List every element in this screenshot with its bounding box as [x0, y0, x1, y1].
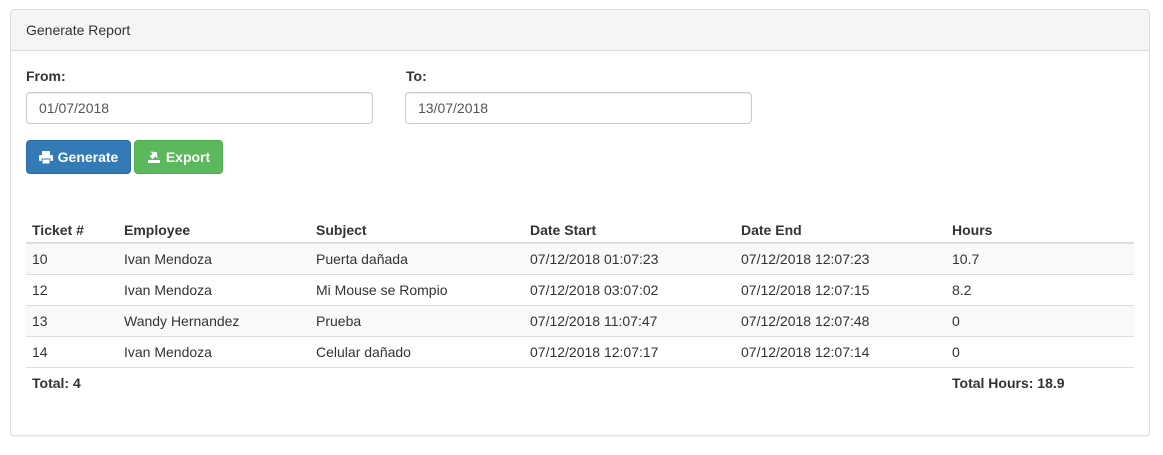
table-row: 13 Wandy Hernandez Prueba 07/12/2018 11:… — [26, 305, 1134, 337]
header-date-start: Date Start — [524, 217, 735, 244]
cell-ticket: 13 — [26, 305, 118, 337]
cell-date-start: 07/12/2018 01:07:23 — [524, 242, 735, 275]
total-count: Total: 4 — [26, 367, 118, 398]
export-icon — [147, 150, 161, 164]
cell-subject: Prueba — [310, 305, 524, 337]
cell-hours: 0 — [946, 336, 1134, 368]
table-row: 14 Ivan Mendoza Celular dañado 07/12/201… — [26, 336, 1134, 368]
header-subject: Subject — [310, 217, 524, 244]
report-table: Ticket # Employee Subject Date Start Dat… — [26, 217, 1134, 398]
table-footer-row: Total: 4 Total Hours: 18.9 — [26, 367, 1134, 398]
table-row: 10 Ivan Mendoza Puerta dañada 07/12/2018… — [26, 242, 1134, 275]
cell-ticket: 14 — [26, 336, 118, 368]
cell-subject: Celular dañado — [310, 336, 524, 368]
cell-date-end: 07/12/2018 12:07:15 — [735, 274, 946, 306]
cell-date-end: 07/12/2018 12:07:23 — [735, 242, 946, 275]
header-hours: Hours — [946, 217, 1134, 244]
to-label: To: — [406, 68, 427, 84]
cell-date-start: 07/12/2018 12:07:17 — [524, 336, 735, 368]
export-button[interactable]: Export — [134, 140, 223, 174]
header-ticket: Ticket # — [26, 217, 118, 244]
from-date-input[interactable] — [26, 92, 373, 124]
cell-employee: Ivan Mendoza — [118, 274, 310, 306]
to-date-input[interactable] — [405, 92, 752, 124]
cell-subject: Mi Mouse se Rompio — [310, 274, 524, 306]
export-button-label: Export — [165, 149, 211, 165]
cell-ticket: 10 — [26, 242, 118, 275]
cell-date-end: 07/12/2018 12:07:14 — [735, 336, 946, 368]
cell-date-start: 07/12/2018 03:07:02 — [524, 274, 735, 306]
header-employee: Employee — [118, 217, 310, 244]
cell-hours: 8.2 — [946, 274, 1134, 306]
table-row: 12 Ivan Mendoza Mi Mouse se Rompio 07/12… — [26, 274, 1134, 306]
print-icon — [38, 150, 53, 164]
from-label: From: — [26, 68, 66, 84]
generate-button-label: Generate — [57, 149, 119, 165]
header-date-end: Date End — [735, 217, 946, 244]
cell-hours: 0 — [946, 305, 1134, 337]
cell-date-start: 07/12/2018 11:07:47 — [524, 305, 735, 337]
generate-button[interactable]: Generate — [26, 140, 131, 174]
cell-employee: Wandy Hernandez — [118, 305, 310, 337]
total-hours: Total Hours: 18.9 — [946, 367, 1134, 398]
cell-employee: Ivan Mendoza — [118, 242, 310, 275]
cell-hours: 10.7 — [946, 242, 1134, 275]
cell-employee: Ivan Mendoza — [118, 336, 310, 368]
table-header-row: Ticket # Employee Subject Date Start Dat… — [26, 217, 1134, 244]
cell-date-end: 07/12/2018 12:07:48 — [735, 305, 946, 337]
cell-ticket: 12 — [26, 274, 118, 306]
cell-subject: Puerta dañada — [310, 242, 524, 275]
report-panel: Generate Report From: To: Generate Expor… — [10, 9, 1150, 436]
panel-title: Generate Report — [11, 10, 1149, 51]
